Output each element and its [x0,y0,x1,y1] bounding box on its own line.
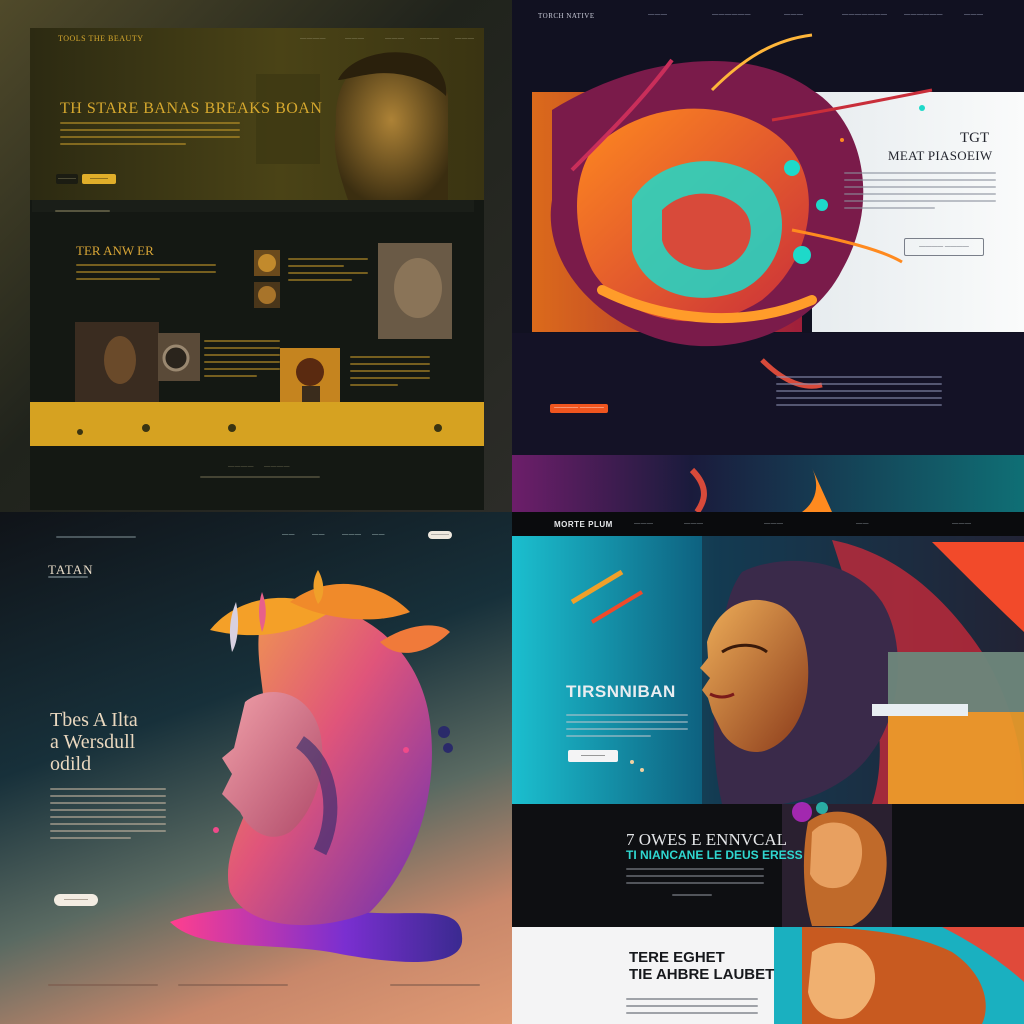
panel-dark-gold-site: TOOLS THE BEAUTY ———— ——— ——— ——— ——— TH… [0,0,512,512]
nav-item-5[interactable]: —————— [904,12,943,18]
nav-item-1[interactable]: —— [282,532,295,538]
panel-colorful-portrait-site: TATAN —— —— ——— —— ——— Tbes A Ilta a Wer… [0,512,512,1024]
hero-cta-button[interactable]: ———— [54,894,98,906]
nav-pill-button[interactable]: ——— [428,531,452,539]
lower-body-text [776,376,942,411]
nav-item-1[interactable]: ——— [648,12,668,18]
hero-headline-line-3: odild [50,753,92,775]
top-left-nav [56,536,136,543]
site-logo[interactable]: TOOLS THE BEAUTY [58,34,143,43]
bottom-body-text [626,998,758,1019]
hero-body-text [50,788,166,844]
hero-cta-primary[interactable]: ——— [82,174,116,184]
footer-link-1[interactable]: ———— [228,464,254,470]
article-text [204,340,280,382]
nav-item-2[interactable]: ——— [345,36,365,42]
nav-item-4[interactable]: ——————— [842,12,888,18]
orange-cta-button[interactable]: ———— ———— [550,404,608,413]
bottom-title: TERE EGHET TIE AHBRE LAUBET [629,949,774,983]
footer-center-text [178,984,288,991]
bottom-title-line-1: TERE EGHET [629,949,725,966]
footer-left-text [48,984,158,991]
nav-item-3[interactable]: ——— [342,532,362,538]
feature-list-text [288,258,368,286]
site-logo[interactable]: MORTE PLUM [554,520,613,529]
section-title: 7 OWES E ENNVCAL [626,830,788,849]
nav-item-4[interactable]: —— [856,521,869,527]
mid-section [512,804,1024,937]
section-title: TER ANW ER [76,243,154,258]
logo-tagline [48,576,88,583]
nav-item-3[interactable]: ——— [784,12,804,18]
panel-painted-portrait-site: MORTE PLUM ——— ——— ——— —— ——— TIRSNNIBAN… [512,512,1024,1024]
nav-item-4[interactable]: —— [372,532,385,538]
section-subtitle: TI NIANCANE LE DEUS ERESS [626,848,803,862]
nav-item-5[interactable]: ——— [455,36,475,42]
section-nav-links [55,210,165,217]
site-logo[interactable]: TORCH NATIVE [538,12,595,20]
footer-right-text [390,984,480,991]
section-body-text [626,868,764,889]
nav-item-2[interactable]: —————— [712,12,751,18]
nav-item-4[interactable]: ——— [420,36,440,42]
nav-item-3[interactable]: ——— [764,521,784,527]
footer-text [200,476,320,483]
hero-body-text [60,122,240,150]
card-outline-button[interactable]: ———— ———— [904,238,984,256]
nav-item-6[interactable]: ——— [964,12,984,18]
nav-item-1[interactable]: ———— [300,36,326,42]
nav-item-3[interactable]: ——— [385,36,405,42]
hero-title: TIRSNNIBAN [566,682,676,701]
section-body-text [76,264,216,285]
bottom-title-line-2: TIE AHBRE LAUBET [629,966,775,983]
hero-cta-button[interactable]: ———— [568,750,618,762]
nav-item-2[interactable]: —— [312,532,325,538]
nav-item-1[interactable]: ——— [634,521,654,527]
footer-link-2[interactable]: ———— [264,464,290,470]
abstract-splash-art [532,33,933,512]
hero-cta-secondary[interactable]: ——— [56,174,78,184]
hero-body-text [566,714,688,742]
hero-title: TH STARE BANAS BREAKS BOAN [60,100,323,117]
nav-item-2[interactable]: ——— [684,521,704,527]
panel-abstract-splash-site: TORCH NATIVE ——— —————— ——— ——————— ————… [512,0,1024,512]
card-title: MEAT PIASOEIW [888,148,993,163]
card-text [350,356,430,391]
hero-headline: Tbes A Ilta a Wersdull odild [50,709,138,775]
card-kicker: TGT [960,130,990,146]
section-divider [672,894,712,901]
hero-headline-line-1: Tbes A Ilta [50,709,138,731]
card-body-text [844,172,996,214]
nav-item-5[interactable]: ——— [952,521,972,527]
hero-headline-line-2: a Wersdull [50,731,136,753]
